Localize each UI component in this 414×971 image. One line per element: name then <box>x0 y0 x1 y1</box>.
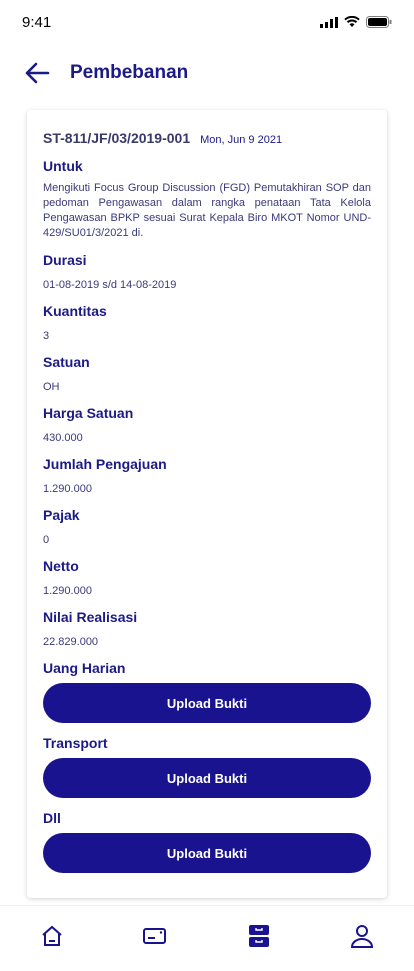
page-header: Pembebanan <box>24 62 188 84</box>
field-label: Durasi <box>43 252 87 268</box>
nav-profile[interactable] <box>342 924 382 948</box>
field-label: Jumlah Pengajuan <box>43 456 167 472</box>
nav-card[interactable] <box>135 927 175 945</box>
upload-dll-button[interactable]: Upload Bukti <box>43 833 371 873</box>
field-label: Netto <box>43 558 79 574</box>
field-value: 1.290.000 <box>43 483 92 495</box>
status-time: 9:41 <box>22 13 52 31</box>
page-title: Pembebanan <box>70 62 189 83</box>
field-label: Nilai Realisasi <box>43 609 138 625</box>
field-value: 0 <box>43 534 50 546</box>
field-label: Harga Satuan <box>43 405 134 421</box>
untuk-value: Mengikuti Focus Group Discussion (FGD) P… <box>43 182 371 239</box>
wifi-icon <box>344 16 360 27</box>
nav-home[interactable] <box>32 925 72 947</box>
status-bar: 9:41 <box>0 0 414 44</box>
signal-icon <box>320 16 338 28</box>
upload-uang-harian-button[interactable]: Upload Bukti <box>43 683 371 723</box>
field-value: 22.829.000 <box>43 636 99 648</box>
back-arrow-icon[interactable] <box>24 62 50 84</box>
nav-archive[interactable] <box>239 924 279 948</box>
dll-label: Dll <box>43 810 61 826</box>
detail-card: ST-811/JF/03/2019-001 Mon, Jun 9 2021 Un… <box>27 110 387 898</box>
field-label: Pajak <box>43 507 80 523</box>
user-icon <box>351 925 374 948</box>
document-date: Mon, Jun 9 2021 <box>200 134 283 146</box>
card-icon <box>143 928 167 944</box>
field-label: Satuan <box>43 354 90 370</box>
battery-icon <box>366 16 392 28</box>
field-value: 01-08-2019 s/d 14-08-2019 <box>43 279 177 291</box>
uang-harian-label: Uang Harian <box>43 660 126 676</box>
field-label: Kuantitas <box>43 303 107 319</box>
home-icon <box>42 925 62 946</box>
transport-label: Transport <box>43 735 108 751</box>
field-value: OH <box>43 381 60 393</box>
bottom-nav <box>0 905 414 971</box>
document-number: ST-811/JF/03/2019-001 <box>43 130 191 146</box>
upload-transport-button[interactable]: Upload Bukti <box>43 758 371 798</box>
field-value: 430.000 <box>43 432 83 444</box>
archive-drawer-icon <box>248 925 269 947</box>
field-value: 3 <box>43 330 50 342</box>
field-value: 1.290.000 <box>43 585 92 597</box>
untuk-label: Untuk <box>43 158 83 174</box>
